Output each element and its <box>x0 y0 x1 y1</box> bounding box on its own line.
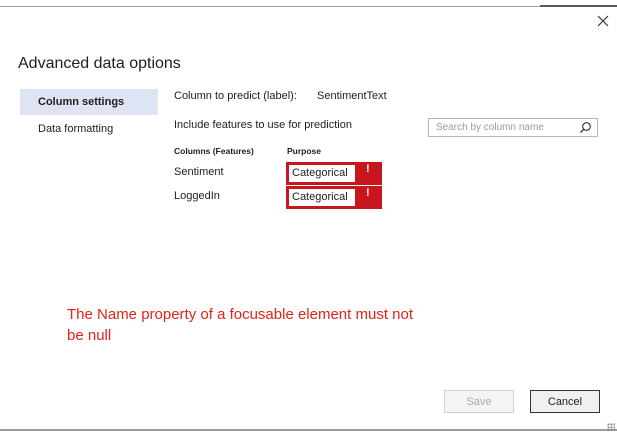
feature-name-sentiment: Sentiment <box>174 166 224 178</box>
search-box <box>428 118 598 137</box>
search-icon[interactable] <box>579 121 592 134</box>
label-caption: Column to predict (label): <box>174 90 297 102</box>
window-bottom-border <box>0 429 617 431</box>
error-mark-icon: ! <box>366 163 370 175</box>
close-button[interactable] <box>594 12 612 30</box>
include-features-caption: Include features to use for prediction <box>174 119 352 131</box>
window-top-border-accent <box>540 5 617 7</box>
resize-grip[interactable] <box>607 423 615 431</box>
close-icon <box>597 15 609 27</box>
feature-name-loggedin: LoggedIn <box>174 190 220 202</box>
error-mark-icon: ! <box>366 187 370 199</box>
purpose-error-highlight: Categorical ! <box>286 186 382 209</box>
column-header-features: Columns (Features) <box>174 146 254 156</box>
purpose-select-loggedin[interactable]: Categorical <box>288 188 356 207</box>
label-value: SentimentText <box>317 90 387 102</box>
window-top-border <box>0 6 617 7</box>
column-header-purpose: Purpose <box>287 146 322 156</box>
nav-item-data-formatting[interactable]: Data formatting <box>20 116 158 142</box>
cancel-button[interactable]: Cancel <box>530 390 600 413</box>
purpose-select-sentiment[interactable]: Categorical <box>288 164 356 183</box>
purpose-error-highlight: Categorical ! <box>286 162 382 185</box>
search-input[interactable] <box>429 119 581 136</box>
accessibility-error-annotation: The Name property of a focusable element… <box>67 306 414 344</box>
nav-item-column-settings[interactable]: Column settings <box>20 89 158 115</box>
dialog-title: Advanced data options <box>18 55 181 72</box>
save-button[interactable]: Save <box>444 390 514 413</box>
